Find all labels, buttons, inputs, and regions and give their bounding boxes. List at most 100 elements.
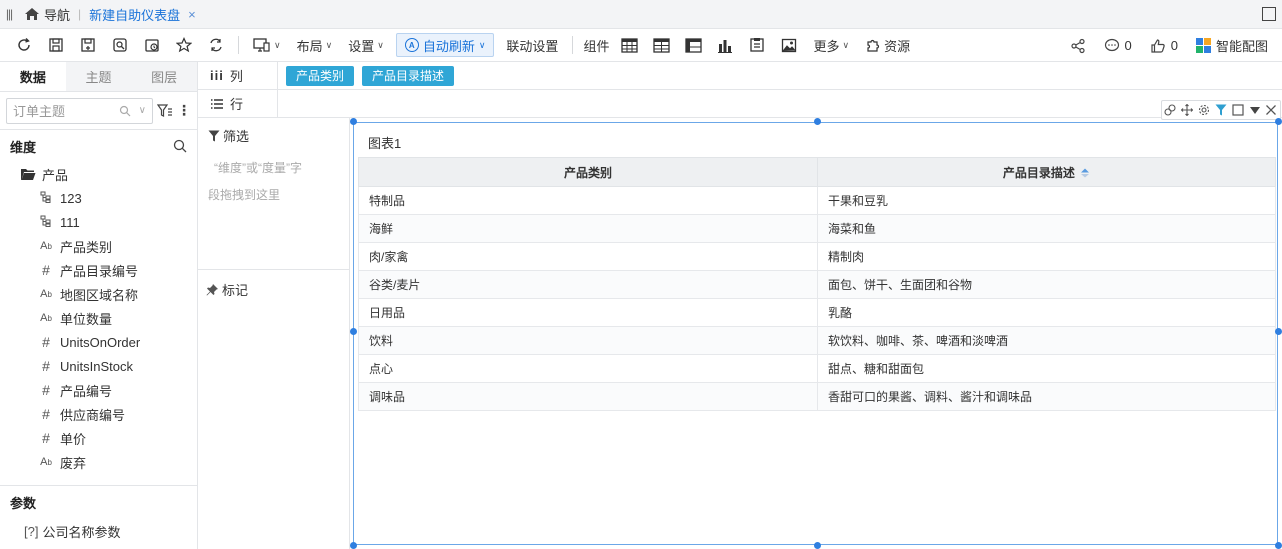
table-row[interactable]: 特制品 干果和豆乳 [358, 186, 1276, 215]
column-pill-description[interactable]: 产品目录描述 [362, 65, 455, 86]
link-icon[interactable] [1164, 104, 1176, 116]
field-item-label: 单价 [60, 431, 87, 447]
resize-handle-bl[interactable] [350, 542, 357, 549]
field-item-label: 供应商编号 [60, 407, 126, 423]
layout-label: 布局 [296, 38, 323, 54]
filter-icon[interactable] [1215, 104, 1227, 116]
search-icon[interactable] [173, 139, 187, 153]
sort-ascending-icon[interactable] [1080, 168, 1090, 178]
nav-home[interactable]: 导航 [24, 5, 70, 24]
field-item[interactable]: 123 [0, 186, 197, 210]
link-settings-button[interactable]: 联动设置 [498, 36, 566, 55]
image-component-icon[interactable] [778, 34, 800, 56]
resize-handle-top[interactable] [814, 118, 821, 125]
toolbar-separator [572, 36, 574, 54]
favorite-star-icon[interactable] [173, 34, 195, 56]
field-item[interactable]: # 供应商编号 [0, 402, 197, 426]
tab-layers[interactable]: 图层 [131, 62, 198, 91]
save-as-icon[interactable] [77, 34, 99, 56]
sync-icon[interactable] [205, 34, 227, 56]
more-dropdown[interactable]: 更多 ∨ [805, 36, 857, 55]
table-component[interactable]: 图表1 产品类别 产品目录描述 特制品 干果和豆乳 海鲜 海菜和鱼 肉/家禽 精制肉 谷类/… [353, 100, 1281, 545]
caret-down-icon[interactable] [1249, 104, 1261, 116]
mark-section[interactable]: 标记 [198, 270, 349, 309]
auto-refresh-label: 自动刷新 [422, 38, 475, 54]
table-row[interactable]: 饮料 软饮料、咖啡、茶、啤酒和淡啤酒 [358, 326, 1276, 355]
menu-grip-icon[interactable]: ||| [0, 7, 18, 21]
layout-dropdown[interactable]: 布局 ∨ [289, 36, 341, 55]
subject-select[interactable]: 订单主题 ∨ [6, 97, 153, 124]
filter-drop-zone[interactable]: 筛选 “维度”或“度量”字 段拖拽到这里 [198, 118, 349, 270]
move-icon[interactable] [1181, 104, 1194, 116]
funnel-icon [208, 130, 220, 141]
param-item[interactable]: [?] 公司名称参数 [0, 518, 197, 544]
tab-close-icon[interactable]: × [188, 7, 196, 22]
tree-folder-product[interactable]: 产品 [0, 162, 197, 186]
like-button[interactable]: 0 [1150, 38, 1178, 54]
smart-chart-icon [1195, 38, 1211, 53]
cell-description: 海菜和鱼 [817, 214, 1276, 243]
auto-refresh-button[interactable]: A 自动刷新 ∨ [395, 33, 495, 57]
field-item[interactable]: Ab 产品类别 [0, 234, 197, 258]
more-vertical-icon[interactable]: ⋮ [177, 102, 191, 119]
field-item[interactable]: # 产品编号 [0, 378, 197, 402]
refresh-icon[interactable] [13, 34, 35, 56]
device-dropdown[interactable]: ∨ [245, 37, 289, 53]
close-icon[interactable] [1265, 104, 1277, 116]
comments-button[interactable]: 0 [1104, 38, 1132, 53]
field-item[interactable]: # 单价 [0, 426, 197, 450]
table-icon[interactable] [618, 34, 640, 56]
table-row[interactable]: 日用品 乳酪 [358, 298, 1276, 327]
column-header-category[interactable]: 产品类别 [358, 157, 818, 187]
field-item[interactable]: Ab 地图区域名称 [0, 282, 197, 306]
field-item[interactable]: # UnitsInStock [0, 354, 197, 378]
field-item[interactable]: Ab 单位数量 [0, 306, 197, 330]
tab-theme[interactable]: 主题 [65, 62, 132, 91]
maximize-icon[interactable] [1262, 7, 1276, 21]
share-button[interactable] [1070, 38, 1086, 54]
table-row[interactable]: 点心 甜点、糖和甜面包 [358, 354, 1276, 383]
field-item[interactable]: # 产品目录编号 [0, 258, 197, 282]
table-row[interactable]: 调味品 香甜可口的果酱、调料、酱汁和调味品 [358, 382, 1276, 411]
chevron-down-icon: ∨ [478, 39, 486, 50]
field-item-label: 产品编号 [60, 383, 113, 399]
resources-button[interactable]: 资源 [857, 36, 918, 55]
subject-select-value: 订单主题 [13, 104, 66, 119]
field-item[interactable]: # UnitsOnOrder [0, 330, 197, 354]
dimension-header: 维度 [0, 130, 197, 162]
table-row[interactable]: 海鲜 海菜和鱼 [358, 214, 1276, 243]
schedule-icon[interactable] [141, 34, 163, 56]
settings-dropdown[interactable]: 设置 ∨ [340, 36, 392, 55]
text-component-icon[interactable] [746, 34, 768, 56]
field-item[interactable]: Ab 废弃 [0, 450, 197, 474]
save-icon[interactable] [45, 34, 67, 56]
tab-dashboard[interactable]: 新建自助仪表盘 × [89, 5, 196, 24]
cell-category: 特制品 [358, 186, 818, 215]
tab-dashboard-label: 新建自助仪表盘 [89, 7, 181, 23]
column-pill-category[interactable]: 产品类别 [286, 65, 355, 86]
cross-table-icon[interactable] [650, 34, 672, 56]
cell-category: 谷类/麦片 [358, 270, 818, 299]
resize-handle-right[interactable] [1275, 328, 1282, 335]
detail-table-icon[interactable] [682, 34, 704, 56]
comment-icon [1104, 38, 1119, 52]
field-item[interactable]: 111 [0, 210, 197, 234]
resize-handle-left[interactable] [350, 328, 357, 335]
field-filter-icon[interactable] [157, 103, 173, 118]
gear-icon[interactable] [1198, 104, 1210, 116]
tab-data[interactable]: 数据 [0, 62, 66, 91]
bar-chart-icon[interactable] [714, 34, 736, 56]
maximize-icon[interactable] [1232, 104, 1244, 116]
left-panel-tabs: 数据 主题 图层 [0, 62, 198, 92]
resize-handle-bottom[interactable] [814, 542, 821, 549]
chevron-down-icon: ∨ [842, 39, 850, 50]
preview-icon[interactable] [109, 34, 131, 56]
resize-handle-tr[interactable] [1275, 118, 1282, 125]
column-header-description[interactable]: 产品目录描述 [817, 157, 1276, 187]
table-row[interactable]: 肉/家禽 精制肉 [358, 242, 1276, 271]
table-row[interactable]: 谷类/麦片 面包、饼干、生面团和谷物 [358, 270, 1276, 299]
resize-handle-br[interactable] [1275, 542, 1282, 549]
number-field-icon: # [42, 382, 50, 398]
smart-chart-button[interactable]: 智能配图 [1195, 36, 1268, 55]
resize-handle-tl[interactable] [350, 118, 357, 125]
